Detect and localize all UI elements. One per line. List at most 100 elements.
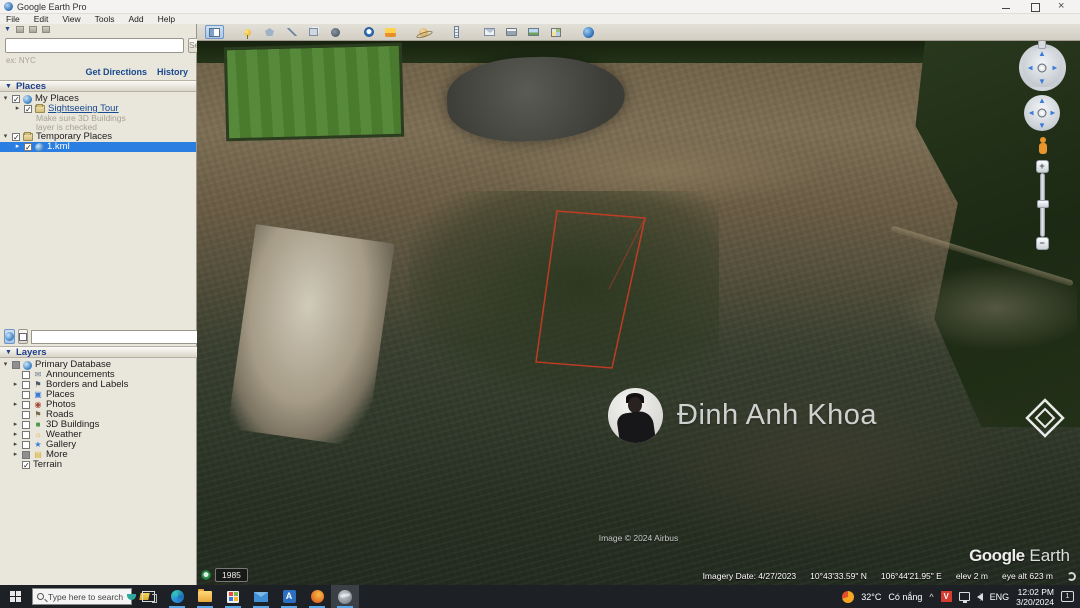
- checkbox-partial[interactable]: [12, 361, 20, 369]
- checkbox-unchecked[interactable]: [22, 411, 30, 419]
- move-up-arrow[interactable]: ▲: [1038, 96, 1046, 105]
- weather-condition[interactable]: Có nắng: [888, 592, 922, 602]
- checkbox-unchecked[interactable]: [22, 371, 30, 379]
- look-center-eye[interactable]: [1038, 63, 1047, 72]
- layer-item-photos[interactable]: ▸ ◉ Photos: [0, 400, 197, 410]
- add-image-overlay-button[interactable]: [304, 25, 323, 39]
- panel-view-toggle[interactable]: [18, 329, 28, 344]
- network-icon[interactable]: [959, 592, 970, 601]
- layer-item-places[interactable]: ▣ Places: [0, 390, 197, 400]
- collapse-arrow-icon[interactable]: ▼: [4, 26, 11, 33]
- checkbox-checked[interactable]: ✓: [12, 133, 20, 141]
- layer-item-weather[interactable]: ▸ ☼ Weather: [0, 430, 197, 440]
- move-down-arrow[interactable]: ▼: [1038, 121, 1046, 130]
- taskbar-app-edge[interactable]: [163, 585, 191, 608]
- look-up-arrow[interactable]: ▲: [1038, 49, 1046, 58]
- layer-item-more[interactable]: ▸ ▤ More: [0, 450, 197, 460]
- tree-item-1kml-selected[interactable]: ▸ ✓ 1.kml: [0, 142, 196, 152]
- ruler-button[interactable]: [447, 25, 466, 39]
- add-path-button[interactable]: [282, 25, 301, 39]
- layer-item-terrain[interactable]: ✓ Terrain: [0, 460, 197, 470]
- checkbox-unchecked[interactable]: [22, 421, 30, 429]
- checkbox-unchecked[interactable]: [22, 391, 30, 399]
- checkbox-checked[interactable]: ✓: [12, 95, 20, 103]
- checkbox-unchecked[interactable]: [22, 401, 30, 409]
- layer-item-3d-buildings[interactable]: ▸ ■ 3D Buildings: [0, 420, 197, 430]
- checkbox-checked[interactable]: ✓: [22, 461, 30, 469]
- taskbar-search-box[interactable]: Type here to search: [32, 588, 132, 605]
- history-link[interactable]: History: [157, 67, 188, 77]
- taskbar-app-google-earth[interactable]: [331, 585, 359, 608]
- layer-item-gallery[interactable]: ▸ ★ Gallery: [0, 440, 197, 450]
- expander-icon[interactable]: ▸: [12, 420, 19, 430]
- expander-icon[interactable]: ▸: [14, 142, 21, 152]
- move-left-arrow[interactable]: ▲: [1026, 109, 1035, 117]
- expander-icon[interactable]: ▸: [12, 400, 19, 410]
- checkbox-checked[interactable]: ✓: [24, 105, 32, 113]
- taskbar-app-document[interactable]: A: [275, 585, 303, 608]
- taskbar-app-mail[interactable]: [247, 585, 275, 608]
- zoom-track[interactable]: [1040, 173, 1045, 237]
- move-right-arrow[interactable]: ▲: [1049, 109, 1058, 117]
- v-app-tray-icon[interactable]: V: [941, 591, 952, 602]
- menu-view[interactable]: View: [62, 14, 80, 24]
- menu-tools[interactable]: Tools: [95, 14, 115, 24]
- checkbox-unchecked[interactable]: [22, 441, 30, 449]
- earth-globe-button[interactable]: [579, 25, 598, 39]
- history-mode-icon[interactable]: [42, 26, 50, 33]
- checkbox-partial[interactable]: [22, 451, 30, 459]
- search-places-toggle[interactable]: [4, 329, 15, 344]
- places-filter-input[interactable]: [31, 330, 210, 344]
- taskbar-app-firefox[interactable]: [303, 585, 331, 608]
- checkbox-unchecked[interactable]: [22, 431, 30, 439]
- expander-icon[interactable]: ▸: [12, 450, 19, 460]
- sunlight-button[interactable]: [381, 25, 400, 39]
- checkbox-checked[interactable]: ✓: [24, 143, 32, 151]
- taskbar-app-file-explorer[interactable]: [191, 585, 219, 608]
- expander-icon[interactable]: ▸: [12, 380, 19, 390]
- temperature-readout[interactable]: 32°C: [861, 592, 881, 602]
- menu-edit[interactable]: Edit: [34, 14, 49, 24]
- tree-item-temporary-places[interactable]: ▾ ✓ Temporary Places: [0, 132, 196, 142]
- look-left-arrow[interactable]: ▲: [1025, 64, 1034, 72]
- map-viewport[interactable]: ▲ ▼ ▲ ▲ ▲ ▼ ▲ ▲ + −: [197, 41, 1080, 585]
- layers-panel-header[interactable]: ▼ Layers: [0, 346, 197, 358]
- expander-icon[interactable]: ▸: [12, 440, 19, 450]
- toggle-sidebar-button[interactable]: [205, 25, 224, 39]
- weather-icon[interactable]: [842, 591, 854, 603]
- email-button[interactable]: [480, 25, 499, 39]
- clock-date[interactable]: 12:02 PM 3/20/2024: [1016, 587, 1054, 607]
- input-language[interactable]: ENG: [990, 592, 1010, 602]
- expander-icon[interactable]: ▾: [2, 360, 9, 370]
- move-joystick[interactable]: ▲ ▼ ▲ ▲: [1024, 95, 1060, 131]
- expander-icon[interactable]: ▾: [2, 94, 9, 104]
- expander-icon[interactable]: ▸: [12, 430, 19, 440]
- menu-help[interactable]: Help: [158, 14, 175, 24]
- save-image-button[interactable]: [524, 25, 543, 39]
- places-panel-header[interactable]: ▼ Places: [0, 80, 196, 92]
- zoom-in-button[interactable]: +: [1036, 160, 1049, 173]
- historical-imagery-chip[interactable]: 1985: [201, 568, 248, 582]
- search-mode-icon[interactable]: [16, 26, 24, 33]
- search-input[interactable]: [5, 38, 184, 53]
- maximize-button[interactable]: [1030, 2, 1040, 11]
- start-button[interactable]: [0, 585, 30, 608]
- record-tour-button[interactable]: [326, 25, 345, 39]
- hidden-icons-caret[interactable]: ^: [929, 592, 933, 602]
- planets-button[interactable]: [414, 25, 433, 39]
- add-placemark-button[interactable]: [238, 25, 257, 39]
- red-plot-polygon[interactable]: [536, 211, 645, 368]
- move-center-handle[interactable]: [1038, 109, 1047, 118]
- notification-center-button[interactable]: 1: [1061, 591, 1074, 602]
- zoom-handle[interactable]: [1037, 200, 1049, 208]
- view-in-maps-button[interactable]: [546, 25, 565, 39]
- historical-imagery-button[interactable]: [359, 25, 378, 39]
- look-joystick[interactable]: ▲ ▼ ▲ ▲: [1019, 44, 1066, 91]
- task-view-button[interactable]: [142, 591, 155, 602]
- look-down-arrow[interactable]: ▼: [1038, 77, 1046, 86]
- zoom-out-button[interactable]: −: [1036, 237, 1049, 250]
- get-directions-link[interactable]: Get Directions: [85, 67, 147, 77]
- taskbar-app-store[interactable]: [219, 585, 247, 608]
- menu-file[interactable]: File: [6, 14, 20, 24]
- print-button[interactable]: [502, 25, 521, 39]
